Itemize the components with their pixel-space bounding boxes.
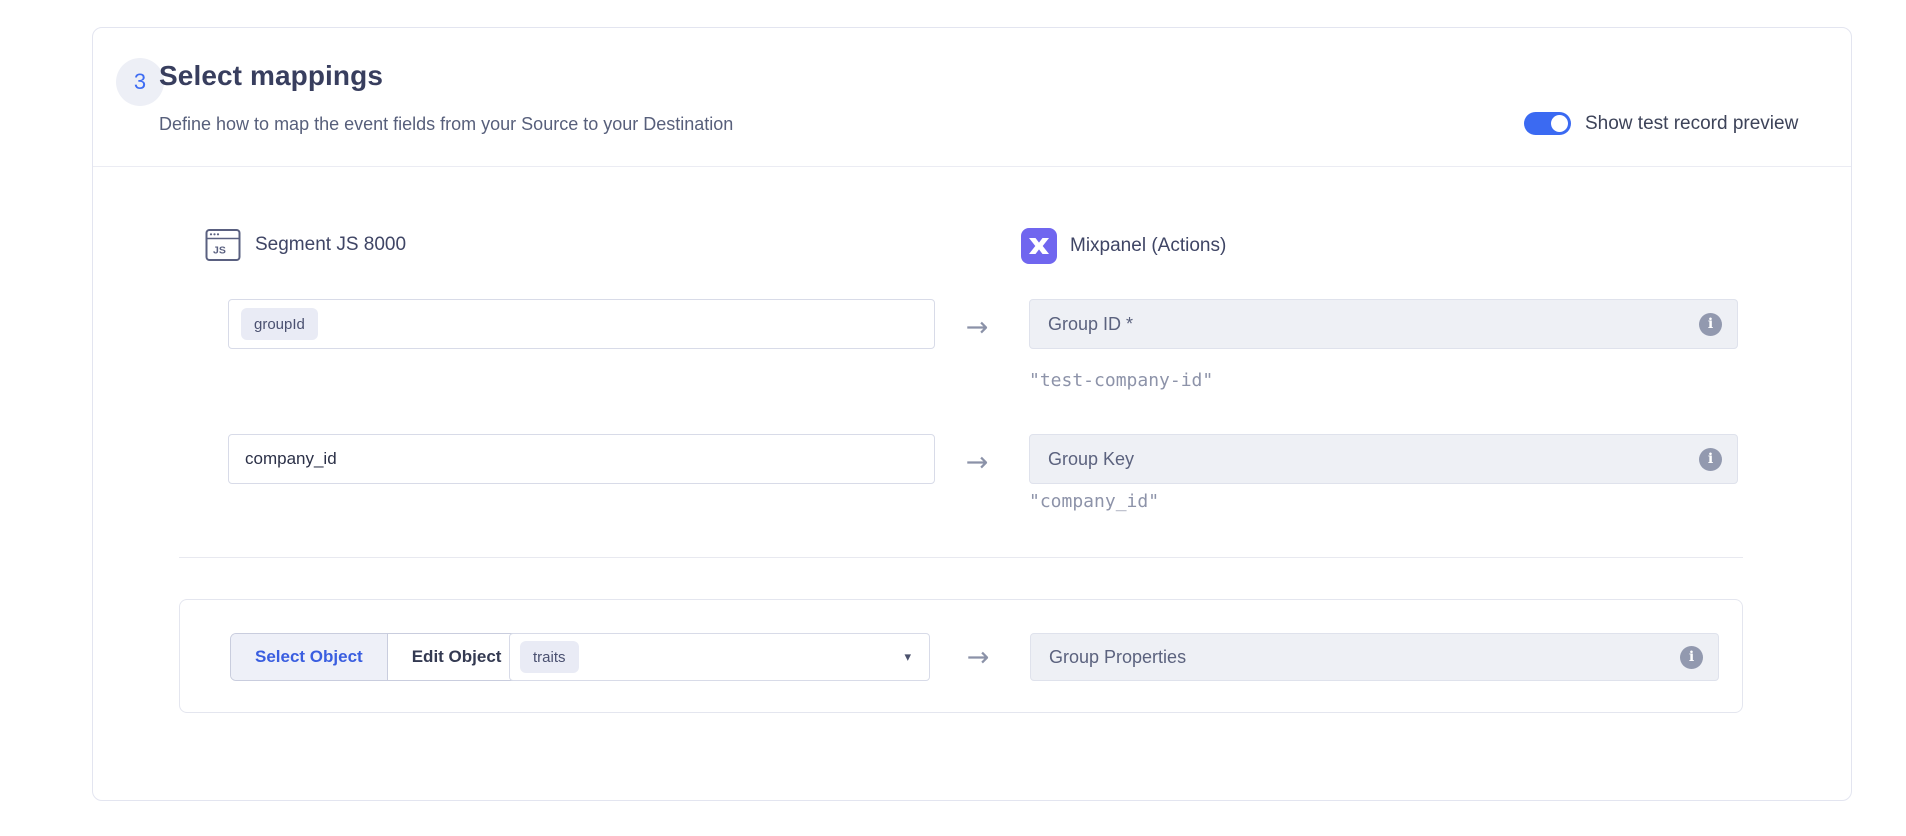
header-divider bbox=[93, 166, 1851, 167]
object-mode-button-group: Select Object Edit Object bbox=[230, 633, 526, 681]
show-test-record-toggle[interactable] bbox=[1524, 112, 1571, 135]
destination-name: Mixpanel (Actions) bbox=[1070, 235, 1226, 257]
company-id-text-input[interactable] bbox=[241, 449, 934, 469]
destination-header: Mixpanel (Actions) bbox=[1021, 228, 1226, 264]
section-title: Select mappings bbox=[159, 60, 383, 92]
info-icon[interactable]: i bbox=[1699, 313, 1722, 336]
dest-field-label: Group ID * bbox=[1048, 314, 1699, 335]
test-record-toggle-row: Show test record preview bbox=[1524, 112, 1798, 135]
mapping-arrow-icon: → bbox=[958, 644, 998, 672]
step-number-badge: 3 bbox=[116, 58, 164, 106]
browser-js-icon: JS bbox=[204, 226, 242, 264]
svg-text:JS: JS bbox=[213, 245, 226, 257]
source-field-input-groupid[interactable]: groupId bbox=[228, 299, 935, 349]
section-divider bbox=[179, 557, 1743, 558]
object-token-traits[interactable]: traits bbox=[520, 641, 579, 673]
section-subtitle: Define how to map the event fields from … bbox=[159, 114, 733, 135]
toggle-knob-icon bbox=[1551, 115, 1568, 132]
edit-object-button[interactable]: Edit Object bbox=[388, 634, 526, 680]
dest-field-group-properties[interactable]: Group Properties i bbox=[1030, 633, 1719, 681]
dest-field-label: Group Key bbox=[1048, 449, 1699, 470]
object-select-dropdown[interactable]: traits ▾ bbox=[509, 633, 930, 681]
mapping-arrow-icon: → bbox=[957, 449, 997, 477]
test-preview-value: "company_id" bbox=[1029, 491, 1159, 512]
source-header: JS Segment JS 8000 bbox=[204, 226, 406, 264]
dest-field-group-key[interactable]: Group Key i bbox=[1029, 434, 1738, 484]
info-icon[interactable]: i bbox=[1680, 646, 1703, 669]
info-icon[interactable]: i bbox=[1699, 448, 1722, 471]
dest-field-label: Group Properties bbox=[1049, 647, 1680, 668]
mapping-arrow-icon: → bbox=[957, 314, 997, 342]
test-preview-value: "test-company-id" bbox=[1029, 370, 1213, 391]
toggle-label: Show test record preview bbox=[1585, 113, 1798, 135]
source-field-input-company-id[interactable] bbox=[228, 434, 935, 484]
select-object-button[interactable]: Select Object bbox=[231, 634, 388, 680]
select-mappings-card: 3 Select mappings Define how to map the … bbox=[92, 27, 1852, 801]
mixpanel-logo-icon bbox=[1021, 228, 1057, 264]
source-token-groupid[interactable]: groupId bbox=[241, 308, 318, 340]
dest-field-group-id[interactable]: Group ID * i bbox=[1029, 299, 1738, 349]
object-mapping-card: Select Object Edit Object traits ▾ → Gro… bbox=[179, 599, 1743, 713]
chevron-down-icon: ▾ bbox=[904, 650, 911, 665]
source-name: Segment JS 8000 bbox=[255, 234, 406, 256]
